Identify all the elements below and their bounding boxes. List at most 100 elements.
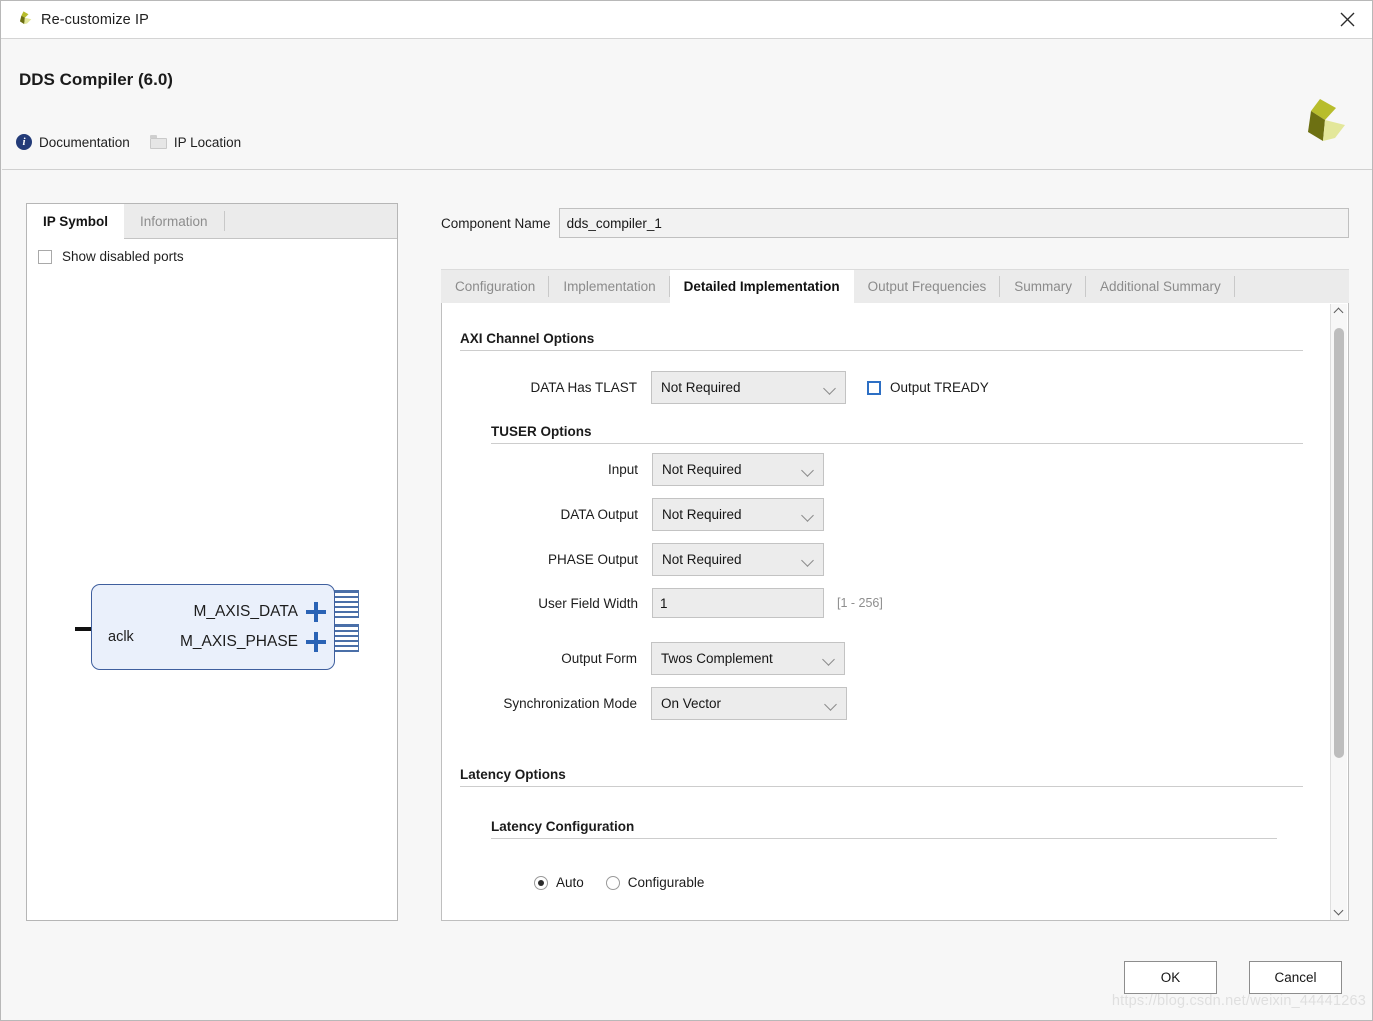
tuser-phase-output-label: PHASE Output — [547, 552, 638, 567]
detailed-implementation-page: AXI Channel Options DATA Has TLAST Not R… — [441, 303, 1349, 921]
output-form-value: Twos Complement — [661, 651, 773, 666]
tab-detailed-implementation[interactable]: Detailed Implementation — [669, 270, 854, 303]
tuser-phase-output-select[interactable]: Not Required — [652, 543, 824, 576]
tuser-data-output-label: DATA Output — [560, 507, 638, 522]
ip-symbol-diagram: aclk M_AXIS_DATA M_AXIS_PHASE — [27, 239, 397, 920]
window-titlebar: Re-customize IP — [1, 1, 1372, 39]
latency-configuration-radio-group: Auto Configurable — [534, 875, 718, 890]
section-divider — [491, 838, 1277, 839]
section-tuser-options: TUSER Options — [491, 424, 1303, 444]
header-links: i Documentation IP Location — [16, 134, 241, 150]
scroll-up-arrow-icon[interactable] — [1331, 304, 1347, 320]
section-latency-configuration: Latency Configuration — [491, 819, 1277, 839]
output-tready-checkbox[interactable] — [867, 380, 881, 395]
chevron-down-icon — [802, 509, 814, 521]
tab-implementation-label: Implementation — [563, 279, 656, 294]
chevron-down-icon — [825, 698, 837, 710]
scrollbar-thumb[interactable] — [1334, 328, 1344, 758]
component-name-label: Component Name — [441, 215, 551, 231]
configuration-panel: Component Name dds_compiler_1 Configurat… — [441, 203, 1349, 921]
synchronization-mode-label: Synchronization Mode — [503, 696, 637, 711]
chevron-down-icon — [802, 554, 814, 566]
m-axis-phase-label: M_AXIS_PHASE — [179, 633, 298, 650]
tab-additional-summary[interactable]: Additional Summary — [1086, 270, 1235, 303]
output-port-labels: M_AXIS_DATA M_AXIS_PHASE — [180, 597, 298, 657]
section-divider — [460, 786, 1303, 787]
tuser-input-row: Input Not Required — [520, 453, 824, 486]
tuser-input-select[interactable]: Not Required — [652, 453, 824, 486]
m-axis-phase-expand-icon[interactable] — [306, 632, 326, 652]
xilinx-logo-icon — [15, 10, 32, 30]
synchronization-mode-value: On Vector — [661, 696, 722, 711]
user-field-width-input[interactable]: 1 — [652, 588, 824, 618]
ok-button[interactable]: OK — [1124, 961, 1217, 994]
tab-summary[interactable]: Summary — [1000, 270, 1086, 303]
aclk-port-label: aclk — [108, 629, 134, 645]
documentation-link-label: Documentation — [39, 134, 130, 150]
output-form-row: Output Form Twos Complement — [488, 642, 845, 675]
latency-configurable-label: Configurable — [627, 875, 705, 890]
cancel-button[interactable]: Cancel — [1249, 961, 1342, 994]
tab-configuration[interactable]: Configuration — [441, 270, 550, 303]
tab-configuration-label: Configuration — [455, 279, 536, 294]
tuser-data-output-row: DATA Output Not Required — [520, 498, 824, 531]
left-panel-tabstrip-filler — [223, 204, 397, 238]
tuser-phase-output-value: Not Required — [662, 552, 742, 567]
tab-output-frequencies[interactable]: Output Frequencies — [854, 270, 1001, 303]
data-has-tlast-select[interactable]: Not Required — [651, 371, 846, 404]
scroll-down-arrow-icon[interactable] — [1331, 904, 1347, 920]
folder-icon — [149, 135, 167, 149]
page-vertical-scrollbar[interactable] — [1330, 304, 1347, 920]
user-field-width-range: [1 - 256] — [837, 596, 883, 610]
chevron-down-icon — [824, 382, 836, 394]
ip-symbol-body: Show disabled ports aclk M_AXIS_DATA M_A… — [27, 239, 397, 920]
info-icon: i — [16, 134, 32, 150]
user-field-width-row: User Field Width 1 [1 - 256] — [520, 588, 883, 618]
tab-additional-summary-label: Additional Summary — [1100, 279, 1221, 294]
left-panel-tabstrip: IP Symbol Information — [27, 204, 397, 239]
re-customize-ip-dialog: Re-customize IP DDS Compiler (6.0) i Doc… — [0, 0, 1373, 1021]
ip-location-link[interactable]: IP Location — [149, 135, 241, 150]
m-axis-data-label: M_AXIS_DATA — [193, 603, 298, 620]
titlebar-left-group: Re-customize IP — [15, 1, 149, 39]
m-axis-data-expand-icon[interactable] — [306, 602, 326, 622]
tuser-input-label: Input — [607, 462, 638, 477]
tab-implementation[interactable]: Implementation — [549, 270, 670, 303]
ip-symbol-panel: IP Symbol Information Show disabled port… — [26, 203, 398, 921]
section-divider — [460, 350, 1303, 351]
tab-ip-symbol[interactable]: IP Symbol — [27, 204, 125, 239]
section-divider — [491, 443, 1303, 444]
component-name-row: Component Name dds_compiler_1 — [441, 208, 1349, 238]
synchronization-mode-select[interactable]: On Vector — [651, 687, 847, 720]
page-title: DDS Compiler (6.0) — [19, 70, 173, 89]
section-tuser-options-title: TUSER Options — [491, 424, 592, 439]
chevron-down-icon — [823, 653, 835, 665]
synchronization-mode-row: Synchronization Mode On Vector — [488, 687, 847, 720]
chevron-down-icon — [802, 464, 814, 476]
output-tready-label: Output TREADY — [890, 380, 989, 395]
close-icon[interactable] — [1322, 1, 1372, 38]
detailed-implementation-content: AXI Channel Options DATA Has TLAST Not R… — [442, 303, 1332, 919]
ip-symbol-block: aclk M_AXIS_DATA M_AXIS_PHASE — [91, 584, 335, 670]
user-field-width-label: User Field Width — [538, 595, 638, 611]
window-title: Re-customize IP — [41, 12, 149, 28]
section-axi-channel-options-title: AXI Channel Options — [460, 331, 595, 346]
latency-configurable-radio[interactable] — [605, 875, 620, 890]
component-name-input[interactable]: dds_compiler_1 — [558, 208, 1349, 238]
latency-auto-radio[interactable] — [534, 875, 548, 890]
output-form-select[interactable]: Twos Complement — [651, 642, 845, 675]
m-axis-phase-bus-stub — [333, 624, 359, 652]
output-tready-row[interactable]: Output TREADY — [867, 380, 989, 395]
tab-information[interactable]: Information — [124, 204, 224, 238]
tuser-input-value: Not Required — [662, 462, 742, 477]
watermark-text: https://blog.csdn.net/weixin_44441263 — [1111, 993, 1366, 1009]
latency-auto-label: Auto — [556, 875, 584, 890]
tuser-data-output-select[interactable]: Not Required — [652, 498, 824, 531]
tab-information-label: Information — [140, 213, 208, 229]
tab-ip-symbol-label: IP Symbol — [43, 213, 109, 229]
tuser-data-output-value: Not Required — [662, 507, 742, 522]
dialog-header: DDS Compiler (6.0) i Documentation IP Lo… — [2, 39, 1372, 170]
tab-detailed-implementation-label: Detailed Implementation — [683, 279, 840, 294]
tab-summary-label: Summary — [1014, 279, 1072, 294]
documentation-link[interactable]: i Documentation — [16, 134, 130, 150]
